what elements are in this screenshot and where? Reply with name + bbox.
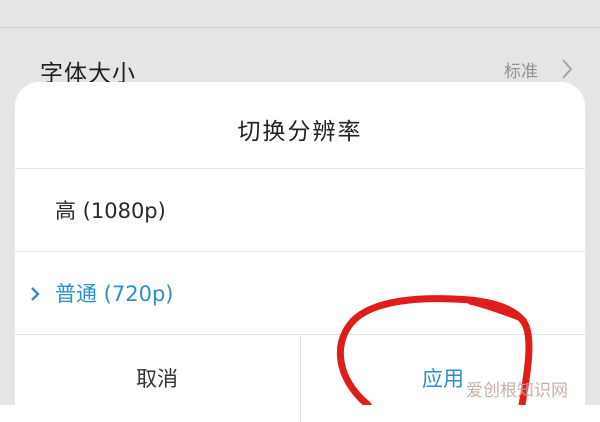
cancel-button[interactable]: 取消	[15, 336, 299, 422]
option-label: 高 (1080p)	[55, 199, 166, 223]
resolution-dialog: 切换分辨率 高 (1080p) 普通 (720p) 取消 应用	[15, 82, 585, 422]
option-1080p[interactable]: 高 (1080p)	[15, 169, 585, 251]
selected-check-icon	[29, 286, 41, 306]
dialog-title: 切换分辨率	[237, 119, 363, 145]
option-720p[interactable]: 普通 (720p)	[15, 252, 585, 334]
divider	[15, 334, 585, 335]
option-label: 普通 (720p)	[55, 282, 174, 306]
watermark-text: 爱创根知识网	[466, 381, 568, 401]
